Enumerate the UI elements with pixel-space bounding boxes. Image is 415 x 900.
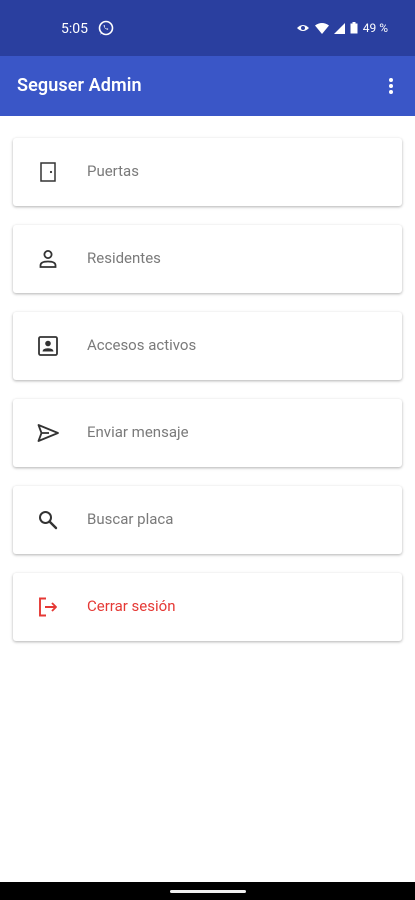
battery-icon (350, 22, 358, 34)
navigation-bar (0, 882, 415, 900)
menu-item-label: Residentes (87, 249, 161, 267)
app-title: Seguser Admin (17, 75, 142, 96)
menu-item-buscar-placa[interactable]: Buscar placa (13, 486, 402, 554)
menu-item-label: Enviar mensaje (87, 423, 189, 441)
status-bar: 5:05 49 % (0, 0, 415, 56)
battery-percent: 49 % (362, 21, 388, 35)
menu-item-cerrar-sesion[interactable]: Cerrar sesión (13, 573, 402, 641)
menu-item-label: Puertas (87, 162, 139, 180)
menu-item-accesos-activos[interactable]: Accesos activos (13, 312, 402, 380)
menu-item-residentes[interactable]: Residentes (13, 225, 402, 293)
menu-item-enviar-mensaje[interactable]: Enviar mensaje (13, 399, 402, 467)
search-icon (36, 508, 60, 532)
home-gesture-handle[interactable] (170, 890, 246, 893)
contact-card-icon (36, 334, 60, 358)
eye-icon (296, 23, 310, 33)
status-time: 5:05 (61, 21, 88, 37)
logout-icon (36, 595, 60, 619)
menu-item-label: Cerrar sesión (87, 597, 176, 615)
wifi-icon (314, 22, 329, 34)
app-bar: Seguser Admin (0, 56, 415, 116)
menu-item-puertas[interactable]: Puertas (13, 138, 402, 206)
person-icon (36, 247, 60, 271)
more-vert-icon[interactable] (381, 74, 401, 98)
menu-item-label: Accesos activos (87, 336, 197, 354)
status-icons: 49 % (296, 21, 388, 35)
signal-icon (333, 22, 345, 34)
door-icon (36, 160, 60, 184)
whatsapp-icon (98, 20, 114, 36)
send-icon (36, 421, 60, 445)
menu-item-label: Buscar placa (87, 510, 174, 528)
